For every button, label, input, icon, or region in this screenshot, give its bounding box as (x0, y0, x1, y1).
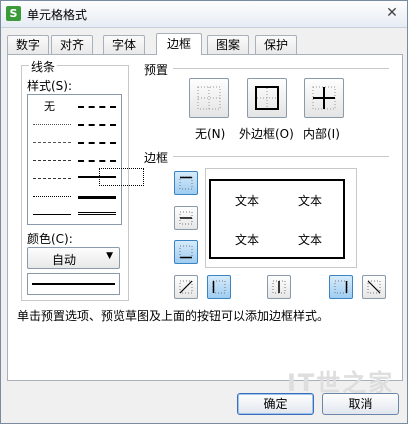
line-style-list[interactable]: 无 (27, 94, 144, 225)
line-style-option[interactable] (78, 142, 116, 144)
preset-none-label: 无(N) (195, 127, 226, 141)
line-style-option[interactable] (78, 176, 116, 178)
presets-title: 预置 (144, 63, 169, 77)
ok-button[interactable]: 确定 (237, 393, 314, 415)
preset-inside-label: 内部(I) (303, 127, 340, 141)
preview-text: 文本 (298, 233, 323, 247)
preview-text: 文本 (235, 194, 260, 208)
line-preview (27, 273, 120, 295)
title-bar: S 单元格格式 ✕ (1, 1, 407, 28)
presets-divider (173, 68, 389, 69)
border-section-title: 边框 (144, 151, 169, 165)
tab-border[interactable]: 边框 (156, 33, 202, 55)
border-diagonal-down-button[interactable] (362, 275, 386, 299)
line-style-option[interactable] (33, 124, 71, 125)
color-value: 自动 (52, 253, 77, 267)
close-icon[interactable]: ✕ (383, 5, 401, 21)
border-diagonal-up-button[interactable] (174, 275, 198, 299)
line-style-option[interactable] (78, 106, 116, 108)
line-style-option[interactable] (33, 178, 71, 179)
line-style-option[interactable] (78, 196, 116, 199)
color-label: 颜色(C): (27, 232, 73, 246)
line-style-option[interactable] (33, 196, 71, 197)
border-preview-box[interactable] (209, 179, 345, 259)
style-label: 样式(S): (27, 79, 73, 93)
chevron-down-icon: ▼ (106, 251, 113, 261)
format-cells-dialog: S 单元格格式 ✕ 数字 对齐 字体 边框 图案 保护 线条 样式(S): 无 … (0, 0, 408, 424)
tab-font[interactable]: 字体 (103, 35, 145, 54)
preset-inside-icon (312, 86, 336, 110)
border-inner-vertical-icon (272, 280, 286, 294)
tab-protection[interactable]: 保护 (255, 35, 297, 54)
preset-outline-icon (255, 86, 279, 110)
preset-outline-label: 外边框(O) (239, 127, 294, 141)
border-left-button[interactable] (207, 275, 231, 299)
border-left-icon (212, 280, 226, 294)
line-style-option[interactable] (33, 160, 71, 161)
border-inner-horizontal-icon (179, 211, 193, 225)
border-right-button[interactable] (329, 275, 353, 299)
tab-number[interactable]: 数字 (7, 35, 49, 54)
border-inner-horizontal-button[interactable] (174, 206, 198, 230)
preset-none-icon (197, 86, 221, 110)
hint-text: 单击预置选项、预览草图及上面的按钮可以添加边框样式。 (17, 309, 330, 323)
line-style-none[interactable]: 无 (44, 98, 55, 114)
color-dropdown[interactable]: 自动 ▼ (27, 247, 120, 269)
preset-outline-button[interactable] (247, 78, 287, 118)
border-inner-vertical-button[interactable] (267, 275, 291, 299)
app-icon: S (6, 6, 21, 21)
tab-pattern[interactable]: 图案 (207, 35, 249, 54)
line-style-option[interactable] (33, 142, 71, 143)
border-divider (173, 156, 389, 157)
preview-text: 文本 (235, 233, 260, 247)
border-top-icon (179, 176, 193, 190)
line-style-option[interactable] (78, 212, 116, 215)
border-right-icon (334, 280, 348, 294)
cancel-button[interactable]: 取消 (322, 393, 399, 415)
line-style-option[interactable] (78, 160, 116, 162)
preset-none-button[interactable] (189, 78, 229, 118)
line-style-option[interactable] (78, 124, 116, 126)
border-bottom-icon (179, 245, 193, 259)
preview-text: 文本 (298, 194, 323, 208)
line-section-title: 线条 (29, 58, 58, 75)
border-top-button[interactable] (174, 171, 198, 195)
diagonal-up-icon (179, 280, 193, 294)
dialog-title: 单元格格式 (27, 8, 88, 22)
preset-inside-button[interactable] (304, 78, 344, 118)
border-bottom-button[interactable] (174, 240, 198, 264)
line-style-option[interactable] (33, 214, 71, 215)
diagonal-down-icon (367, 280, 381, 294)
tab-alignment[interactable]: 对齐 (51, 35, 93, 54)
